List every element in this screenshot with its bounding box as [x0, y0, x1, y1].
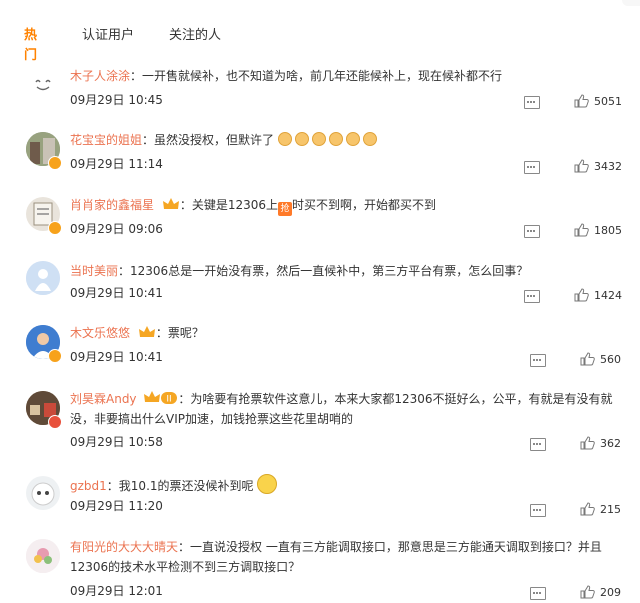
comment-time: 09月29日 10:45 [70, 93, 163, 107]
comment-time: 09月29日 11:14 [70, 157, 163, 171]
comment-text: ：为啥要有抢票软件这意儿，本来大家都12306不挺好么，公平，有就是有没有就 [178, 392, 613, 406]
comment-text: ：一直说没授权 一直有三方能调取接口，那意思是三方能通天调取到接口？并且 [178, 540, 602, 554]
thumbs-up-icon [580, 585, 595, 599]
like-button[interactable]: 5051 [574, 94, 622, 108]
username[interactable]: 当时美丽 [70, 264, 118, 278]
top-corner-decoration [622, 0, 640, 6]
comment-text: ：关键是12306上 [179, 198, 279, 212]
like-count: 1424 [594, 288, 622, 302]
emoji-icon [345, 132, 360, 146]
verified-badge-icon [48, 156, 62, 170]
reply-icon[interactable] [530, 438, 546, 451]
avatar[interactable] [26, 66, 60, 100]
ticket-tag-icon: 抢 [278, 202, 293, 216]
thumbs-up-icon [580, 502, 595, 516]
crown-badge-icon [162, 198, 179, 209]
emoji-icon [311, 132, 326, 146]
like-count: 209 [600, 585, 621, 599]
comment-time: 09月29日 12:01 [70, 584, 163, 598]
reply-icon[interactable] [524, 96, 540, 109]
avatar[interactable] [26, 476, 60, 510]
comment-text: ：12306总是一开始没有票，然后一直候补中，第三方平台有票，怎么回事？ [118, 264, 529, 278]
like-button[interactable]: 362 [580, 436, 621, 450]
smiley-avatar-icon [35, 79, 51, 91]
like-count: 362 [600, 436, 621, 450]
username[interactable]: gzbd1 [70, 479, 107, 493]
emoji-icon [328, 132, 343, 146]
thumbs-up-icon [574, 159, 589, 173]
like-button[interactable]: 215 [580, 502, 621, 516]
username[interactable]: 肖肖家的鑫福星 [70, 198, 154, 212]
comment-text: ：虽然没授权，但默许了 [142, 133, 275, 147]
like-button[interactable]: 1805 [574, 223, 622, 237]
tab-verified-users[interactable]: 认证用户 [82, 26, 162, 46]
verified-badge-icon [48, 415, 62, 429]
photo-avatar-icon [31, 482, 55, 506]
photo-avatar-icon [26, 261, 60, 295]
comment-text-line2: 没，非要搞出什么VIP加速，加钱抢票这些花里胡哨的 [70, 412, 353, 426]
comment-time: 09月29日 11:20 [70, 499, 163, 513]
verified-badge-icon [48, 221, 62, 235]
reply-icon[interactable] [524, 225, 540, 238]
avatar[interactable] [26, 261, 60, 295]
username[interactable]: 木子人涂涂 [70, 69, 130, 83]
comment-text: ：票呢？ [155, 326, 204, 340]
username[interactable]: 木文乐悠悠 [70, 326, 130, 340]
like-count: 1805 [594, 223, 622, 237]
username[interactable]: 有阳光的大大大晴天 [70, 540, 178, 554]
vip-level-badge-icon: II [144, 391, 178, 405]
reply-icon[interactable] [530, 587, 546, 600]
comment-text: ：一开售就候补，也不知道为啥，前几年还能候补上，现在候补都不行 [130, 69, 503, 83]
crown-badge-icon [138, 326, 155, 337]
like-count: 3432 [594, 159, 622, 173]
tab-hot[interactable]: 热门 [24, 26, 37, 66]
thumbs-up-icon [574, 288, 589, 302]
reply-icon[interactable] [524, 161, 540, 174]
thumbs-up-icon [574, 94, 589, 108]
comment-text-line2: 12306的技术水平检测不到三方调取接口？ [70, 560, 301, 574]
reply-icon[interactable] [530, 504, 546, 517]
like-button[interactable]: 560 [580, 352, 621, 366]
username[interactable]: 花宝宝的姐姐 [70, 133, 142, 147]
smile-emoji-icon [257, 474, 278, 494]
comment-time: 09月29日 10:58 [70, 435, 163, 449]
like-button[interactable]: 1424 [574, 288, 622, 302]
comment-text: ：我10.1的票还没候补到呢 [106, 479, 254, 493]
comment-time: 09月29日 09:06 [70, 222, 163, 236]
like-button[interactable]: 3432 [574, 159, 622, 173]
like-count: 560 [600, 352, 621, 366]
tab-following[interactable]: 关注的人 [169, 26, 249, 46]
photo-avatar-icon [26, 539, 60, 573]
like-count: 5051 [594, 94, 622, 108]
comment-text-continued: 时买不到啊，开始都买不到 [292, 198, 437, 212]
comment-time: 09月29日 10:41 [70, 350, 163, 364]
reply-icon[interactable] [530, 354, 546, 367]
comment-time: 09月29日 10:41 [70, 286, 163, 300]
emoji-icon [277, 132, 292, 146]
thumbs-up-icon [574, 223, 589, 237]
username[interactable]: 刘昊霖Andy [70, 392, 137, 406]
avatar[interactable] [26, 539, 60, 573]
verified-badge-icon [48, 349, 62, 363]
emoji-icon [294, 132, 309, 146]
reply-icon[interactable] [524, 290, 540, 303]
like-count: 215 [600, 502, 621, 516]
emoji-icon [362, 132, 377, 146]
svg-text:II: II [167, 395, 172, 405]
thumbs-up-icon [580, 352, 595, 366]
like-button[interactable]: 209 [580, 585, 621, 599]
thumbs-up-icon [580, 436, 595, 450]
